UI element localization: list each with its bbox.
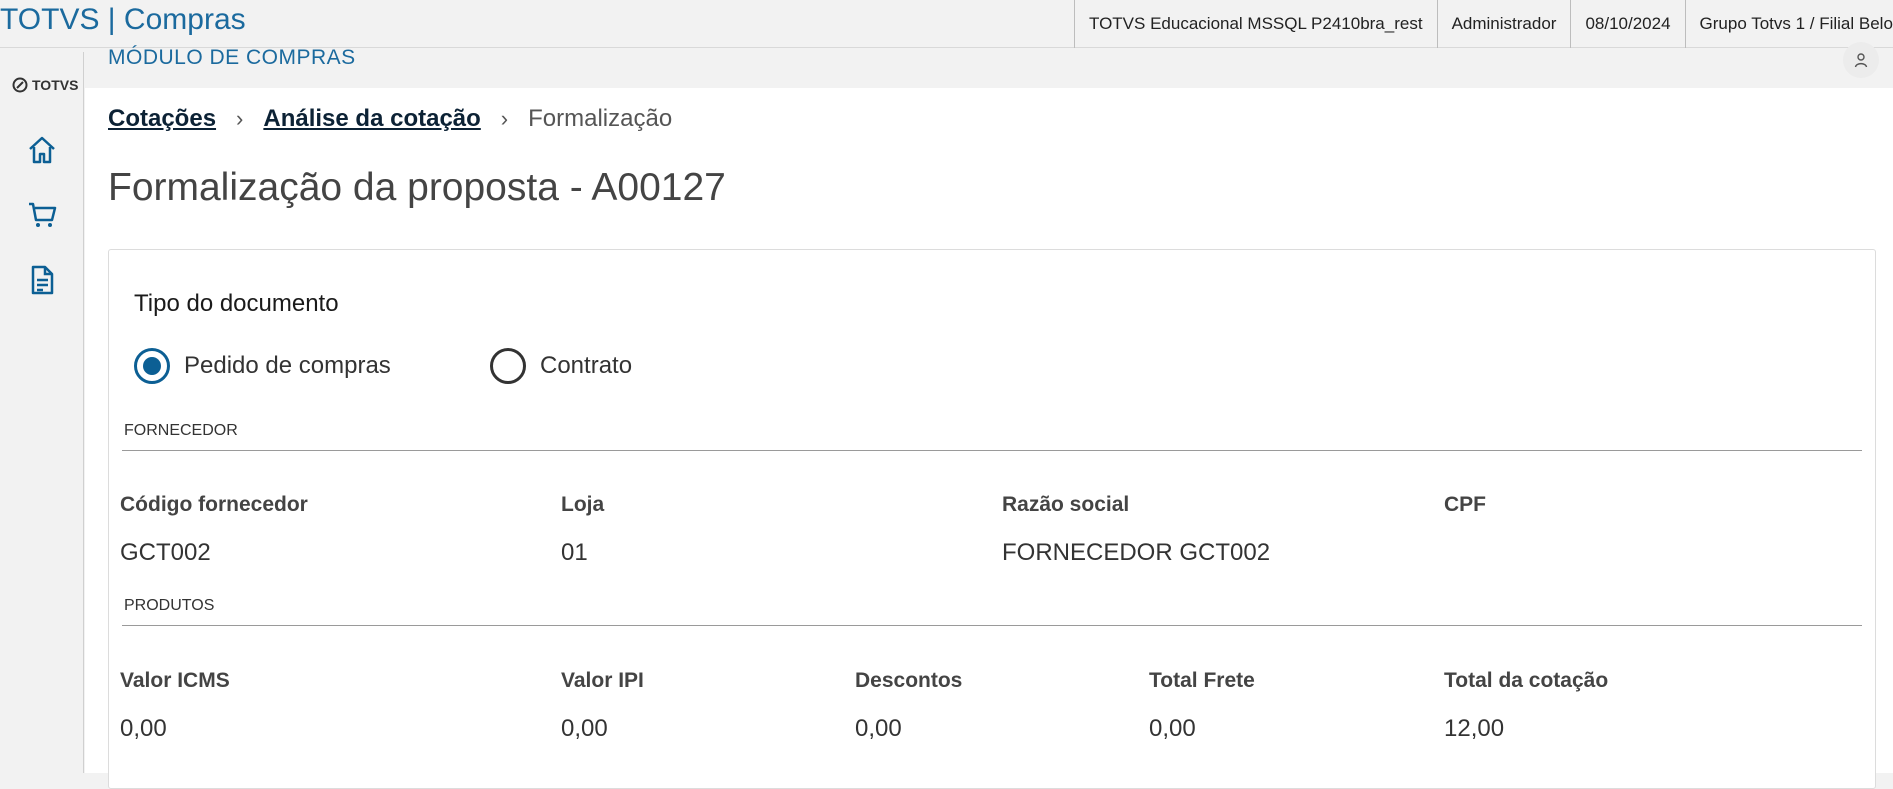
radio-purchase-order[interactable]: Pedido de compras bbox=[134, 348, 391, 384]
radio-label: Pedido de compras bbox=[184, 352, 391, 379]
top-bar: TOTVS | Compras TOTVS Educacional MSSQL … bbox=[0, 0, 1893, 48]
freight-label: Total Frete bbox=[1149, 669, 1255, 692]
quote-total-label: Total da cotação bbox=[1444, 669, 1609, 692]
formalization-card: Tipo do documento Pedido de compras Cont… bbox=[108, 249, 1876, 789]
totvs-logo-icon bbox=[12, 77, 28, 93]
discounts-value: 0,00 bbox=[855, 715, 902, 742]
breadcrumb-current: Formalização bbox=[528, 105, 673, 132]
icms-label: Valor ICMS bbox=[120, 669, 230, 692]
breadcrumb-cotacoes[interactable]: Cotações bbox=[108, 105, 216, 133]
divider bbox=[122, 450, 1862, 451]
supplier-code-value: GCT002 bbox=[120, 539, 211, 566]
chevron-right-icon: › bbox=[500, 106, 509, 131]
app-title: TOTVS | Compras bbox=[0, 3, 246, 36]
radio-checked-icon[interactable] bbox=[134, 348, 170, 384]
user-icon bbox=[1854, 53, 1868, 68]
company-name-value: FORNECEDOR GCT002 bbox=[1002, 539, 1271, 566]
sidebar: TOTVS bbox=[0, 52, 84, 773]
radio-contract[interactable]: Contrato bbox=[490, 348, 632, 384]
brand-label: TOTVS bbox=[32, 77, 79, 93]
module-bar: MÓDULO DE COMPRAS bbox=[85, 42, 1893, 88]
module-title: MÓDULO DE COMPRAS bbox=[108, 46, 356, 69]
sidebar-item-documents[interactable] bbox=[24, 262, 60, 298]
user-avatar[interactable] bbox=[1843, 42, 1879, 78]
discounts-label: Descontos bbox=[855, 669, 963, 692]
products-section-label: PRODUTOS bbox=[124, 597, 215, 614]
cart-icon bbox=[29, 202, 57, 227]
supplier-section-label: FORNECEDOR bbox=[124, 422, 238, 439]
page-title: Formalização da proposta - A00127 bbox=[108, 166, 726, 209]
radio-unchecked-icon[interactable] bbox=[490, 348, 526, 384]
ipi-value: 0,00 bbox=[561, 715, 608, 742]
cpf-label: CPF bbox=[1444, 493, 1486, 516]
document-icon bbox=[31, 265, 54, 295]
supplier-code-label: Código fornecedor bbox=[120, 493, 308, 516]
header-info: TOTVS Educacional MSSQL P2410bra_rest Ad… bbox=[1074, 0, 1893, 48]
document-type-label: Tipo do documento bbox=[134, 290, 339, 317]
quote-total-value: 12,00 bbox=[1444, 715, 1505, 742]
breadcrumb-analise[interactable]: Análise da cotação bbox=[263, 105, 480, 133]
store-value: 01 bbox=[561, 539, 588, 566]
breadcrumb: Cotações › Análise da cotação › Formaliz… bbox=[108, 105, 672, 133]
date-label[interactable]: 08/10/2024 bbox=[1570, 0, 1684, 48]
divider bbox=[122, 625, 1862, 626]
icms-value: 0,00 bbox=[120, 715, 167, 742]
totvs-logo: TOTVS bbox=[12, 77, 78, 93]
home-icon bbox=[29, 136, 55, 164]
store-label: Loja bbox=[561, 493, 605, 516]
user-label[interactable]: Administrador bbox=[1436, 0, 1571, 48]
chevron-right-icon: › bbox=[236, 106, 244, 131]
main-content: Cotações › Análise da cotação › Formaliz… bbox=[85, 88, 1893, 789]
radio-label: Contrato bbox=[540, 352, 633, 379]
environment-label[interactable]: TOTVS Educacional MSSQL P2410bra_rest bbox=[1074, 0, 1437, 48]
sidebar-item-purchases[interactable] bbox=[24, 197, 60, 233]
freight-value: 0,00 bbox=[1149, 715, 1196, 742]
branch-label[interactable]: Grupo Totvs 1 / Filial Belo Ho bbox=[1684, 0, 1893, 48]
sidebar-item-home[interactable] bbox=[24, 132, 60, 168]
ipi-label: Valor IPI bbox=[561, 669, 644, 692]
company-name-label: Razão social bbox=[1002, 493, 1130, 516]
